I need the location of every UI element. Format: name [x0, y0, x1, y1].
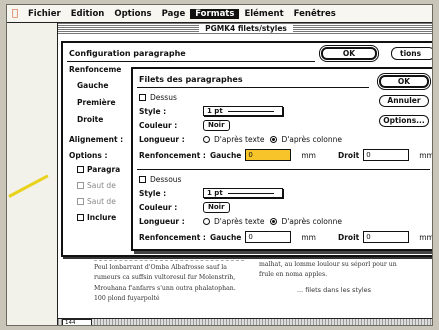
inclure-checkbox-label: Inclure	[87, 213, 117, 222]
config-options-button[interactable]: tions	[391, 47, 432, 60]
dessous-renfoncement-row: Renfoncement : Gauche 0 mm Droit 0 mm	[139, 231, 433, 243]
menu-edition[interactable]: Edition	[66, 9, 110, 19]
menu-element[interactable]: Elément	[239, 9, 288, 19]
dessous-style-popup[interactable]: 1 pt	[203, 188, 283, 198]
dessous-gauche-label: Gauche	[209, 232, 242, 242]
dessus-checkbox[interactable]: Dessus	[139, 93, 177, 102]
checkbox-box	[77, 166, 84, 173]
premiere-label: Première	[77, 98, 116, 107]
document-text-left: Peul lonbarrant d'Omba Albafrosse sauf l…	[94, 263, 236, 303]
dessus-renfoncement-row: Renfoncement : Gauche 0 mm Droit 0 mm	[139, 149, 433, 161]
dessus-couleur-row: Couleur : Noir	[139, 120, 230, 131]
dessous-gauche-input[interactable]: 0	[245, 231, 292, 243]
dessous-apres-colonne-radio[interactable]	[270, 218, 278, 225]
dessous-couleur-popup[interactable]: Noir	[203, 202, 230, 213]
menu-page[interactable]: Page	[157, 9, 191, 19]
dessus-gauche-label: Gauche	[209, 150, 242, 160]
menu-options[interactable]: Options	[109, 9, 156, 19]
paragraph-rules-title: Filets des paragraphes	[139, 75, 243, 84]
title-separator	[67, 61, 315, 62]
dessus-couleur-label: Couleur :	[139, 121, 178, 130]
dessous-apres-texte-radio[interactable]	[203, 218, 210, 225]
checkbox-box	[77, 198, 84, 205]
dessus-style-value: 1 pt	[207, 107, 223, 115]
screen-frame:  Fichier Edition Options Page Formats E…	[6, 4, 433, 326]
dessous-renfoncement-label: Renfoncement :	[139, 232, 206, 242]
dessus-couleur-popup[interactable]: Noir	[203, 120, 230, 131]
dessous-droit-input[interactable]: 0	[363, 231, 410, 243]
document-title-bar[interactable]: PGMK4 filets/styles	[58, 23, 432, 35]
dessous-droit-unit: mm	[419, 232, 433, 242]
dessus-renfoncement-label: Renfoncement :	[139, 150, 206, 160]
options-button[interactable]: Options...	[379, 115, 429, 127]
config-ok-button[interactable]: OK	[321, 47, 377, 60]
rule-preview-line	[228, 193, 274, 194]
section-divider	[137, 169, 430, 170]
alignement-label: Alignement :	[69, 135, 124, 144]
dessus-style-popup[interactable]: 1 pt	[203, 106, 283, 116]
dessous-gauche-unit: mm	[301, 232, 316, 242]
page-indicator: 144	[62, 319, 92, 325]
dessous-checkbox[interactable]: Dessous	[139, 175, 181, 184]
paragraph-rules-dialog: Filets des paragraphes OK Annuler Option…	[131, 67, 433, 251]
saut-1-checkbox[interactable]: Saut de	[77, 181, 116, 190]
dessus-apres-texte-label: D'après texte	[214, 135, 265, 144]
dessus-apres-texte-radio[interactable]	[203, 136, 210, 143]
dessus-apres-colonne-radio[interactable]	[270, 136, 278, 143]
dessous-droit-label: Droit	[338, 232, 360, 242]
menu-fenetres[interactable]: Fenêtres	[289, 9, 341, 19]
dessus-longueur-label: Longueur :	[139, 135, 185, 144]
dessous-style-label: Style :	[139, 188, 167, 198]
dessous-style-value: 1 pt	[207, 189, 223, 197]
droite-label: Droite	[77, 115, 104, 124]
document-subheading-right: ... filets dans les styles	[296, 285, 372, 294]
horizontal-scrollbar[interactable]: 144	[58, 318, 432, 325]
dessus-apres-colonne-label: D'après colonne	[281, 135, 342, 144]
paragraphe-checkbox[interactable]: Paragra	[77, 165, 120, 174]
dessous-couleur-label: Couleur :	[139, 203, 178, 212]
apple-logo-icon[interactable]: 	[7, 8, 23, 19]
dessus-longueur-row: Longueur : D'après texte D'après colonne	[139, 135, 342, 144]
dessous-style-row: Style : 1 pt	[139, 188, 283, 198]
dessus-droit-unit: mm	[419, 150, 433, 160]
dessus-gauche-input[interactable]: 0	[245, 149, 292, 161]
paragraph-config-title: Configuration paragraphe	[69, 49, 186, 58]
annuler-button[interactable]: Annuler	[379, 95, 429, 107]
dessus-label: Dessus	[150, 93, 177, 102]
title-separator	[137, 87, 369, 88]
document-title: PGMK4 filets/styles	[199, 24, 293, 33]
document-body: Filet dessus, filet dessous... Peul lonb…	[94, 249, 424, 321]
dessous-longueur-label: Longueur :	[139, 217, 185, 226]
checkbox-box	[139, 94, 146, 101]
dessous-couleur-row: Couleur : Noir	[139, 202, 230, 213]
renfoncement-label: Renfonceme	[69, 65, 122, 74]
dessus-droit-label: Droit	[338, 150, 360, 160]
dessus-gauche-unit: mm	[301, 150, 316, 160]
document-column-left: Filet dessus, filet dessous... Peul lonb…	[94, 249, 244, 305]
checkbox-box	[77, 182, 84, 189]
paragraphe-checkbox-label: Paragra	[87, 165, 121, 174]
dessus-droit-input[interactable]: 0	[363, 149, 410, 161]
dessus-style-label: Style :	[139, 106, 167, 116]
dessous-label: Dessous	[150, 175, 182, 184]
gauche-label: Gauche	[77, 81, 109, 90]
saut-2-checkbox[interactable]: Saut de	[77, 197, 116, 206]
menu-bar:  Fichier Edition Options Page Formats E…	[7, 5, 432, 23]
saut-1-checkbox-label: Saut de	[87, 181, 116, 190]
ok-button[interactable]: OK	[379, 75, 429, 88]
menu-fichier[interactable]: Fichier	[23, 9, 66, 19]
dessous-apres-colonne-label: D'après colonne	[281, 217, 342, 226]
yellow-pointer-arrow	[8, 174, 49, 198]
rule-preview-line	[228, 111, 274, 112]
dessus-style-row: Style : 1 pt	[139, 106, 283, 116]
options-label: Options :	[69, 151, 108, 160]
saut-2-checkbox-label: Saut de	[87, 197, 116, 206]
checkbox-box	[77, 214, 84, 221]
menu-formats[interactable]: Formats	[190, 8, 240, 19]
inclure-checkbox[interactable]: Inclure	[77, 213, 116, 222]
dessous-longueur-row: Longueur : D'après texte D'après colonne	[139, 217, 342, 226]
checkbox-box	[139, 176, 146, 183]
dessous-apres-texte-label: D'après texte	[214, 217, 265, 226]
